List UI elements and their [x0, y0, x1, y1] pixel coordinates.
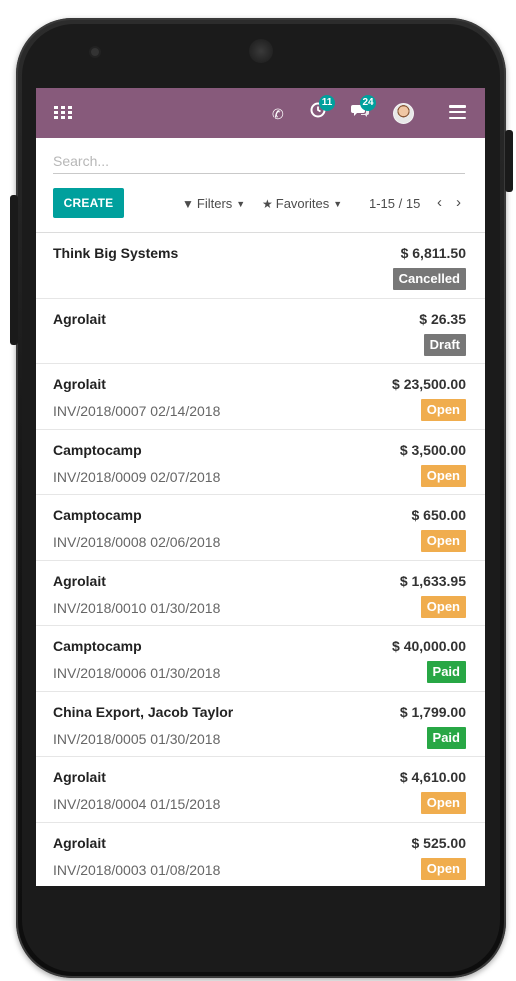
invoice-number: INV/2018/0004 — [53, 796, 147, 812]
pager-value[interactable]: 1-15 / 15 — [369, 196, 420, 211]
invoice-status-badge: Open — [420, 792, 466, 814]
caret-down-icon: ▼ — [333, 198, 343, 209]
favorites-label: Favorites — [275, 196, 330, 211]
invoice-reference-date: INV/2018/0003 01/08/2018 — [53, 862, 220, 878]
apps-grid-icon[interactable] — [54, 106, 72, 120]
invoice-partner: Camptocamp — [53, 507, 142, 523]
invoice-status-badge: Open — [420, 464, 466, 487]
invoice-partner: Agrolait — [53, 769, 106, 785]
pager-previous-icon[interactable]: ‹ — [437, 194, 442, 211]
invoice-partner: Camptocamp — [53, 441, 142, 458]
invoice-reference-date: INV/2018/0006 01/30/2018 — [53, 665, 220, 681]
invoice-partner: Agrolait — [53, 572, 106, 589]
invoice-row[interactable]: Camptocamp INV/2018/0009 02/07/2018 $ 3,… — [36, 430, 485, 495]
messages-badge: 24 — [360, 95, 376, 111]
invoice-number: INV/2018/0010 — [53, 599, 147, 616]
invoice-partner: Think Big Systems — [53, 245, 179, 261]
phone-icon[interactable]: ✆ — [272, 104, 284, 124]
invoice-partner: China Export, Jacob Taylor — [53, 703, 234, 720]
invoice-amount: $ 1,633.95 — [399, 572, 466, 589]
invoice-date: 02/07/2018 — [150, 468, 221, 485]
favorites-dropdown[interactable]: ★ Favorites ▼ — [262, 196, 342, 211]
earpiece-speaker — [249, 39, 273, 63]
star-icon: ★ — [262, 196, 273, 211]
invoice-amount: $ 40,000.00 — [392, 638, 466, 654]
invoice-date: 01/30/2018 — [150, 599, 221, 616]
invoice-status-badge: Paid — [426, 726, 466, 749]
activity-clock-icon[interactable]: 11 — [310, 95, 335, 123]
invoice-row[interactable]: Agrolait INV/2018/0004 01/15/2018 $ 4,61… — [36, 757, 485, 823]
invoice-reference-date: INV/2018/0010 01/30/2018 — [53, 600, 220, 616]
invoice-status-badge: Paid — [426, 661, 466, 683]
messages-chat-icon[interactable]: 24 — [351, 95, 376, 123]
invoice-number: INV/2018/0007 — [53, 403, 147, 419]
invoice-amount: $ 6,811.50 — [400, 245, 466, 261]
filters-label: Filters — [196, 196, 233, 211]
invoice-number: INV/2018/0005 — [53, 730, 147, 747]
invoice-row[interactable]: Agrolait $ 26.35 Draft — [36, 299, 485, 364]
invoice-list: Think Big Systems $ 6,811.50 Cancelled A… — [36, 233, 485, 886]
invoice-row[interactable]: Camptocamp INV/2018/0006 01/30/2018 $ 40… — [36, 626, 485, 692]
invoice-status-badge: Open — [420, 530, 466, 552]
power-button — [505, 130, 513, 192]
invoice-status-badge: Cancelled — [392, 268, 466, 290]
invoice-number: INV/2018/0006 — [53, 665, 147, 681]
filters-dropdown[interactable]: ▼ Filters ▼ — [182, 196, 245, 211]
invoice-reference-date: INV/2018/0004 01/15/2018 — [53, 796, 220, 812]
invoice-row[interactable]: Agrolait INV/2018/0007 02/14/2018 $ 23,5… — [36, 364, 485, 430]
invoice-row[interactable]: China Export, Jacob Taylor INV/2018/0005… — [36, 692, 485, 757]
invoice-partner: Agrolait — [53, 376, 106, 392]
invoice-reference-date: INV/2018/0008 02/06/2018 — [53, 534, 220, 550]
search-input[interactable] — [53, 149, 465, 174]
create-button[interactable]: CREATE — [53, 188, 124, 218]
pager-next-icon[interactable]: › — [456, 194, 461, 211]
invoice-number: INV/2018/0009 — [53, 468, 147, 485]
invoice-row[interactable]: Agrolait INV/2018/0010 01/30/2018 $ 1,63… — [36, 561, 485, 626]
invoice-amount: $ 23,500.00 — [392, 376, 466, 392]
invoice-date: 01/08/2018 — [150, 861, 221, 878]
invoice-row[interactable]: Agrolait INV/2018/0003 01/08/2018 $ 525.… — [36, 823, 485, 887]
invoice-reference-date: INV/2018/0009 02/07/2018 — [53, 469, 220, 485]
invoice-amount: $ 650.00 — [411, 507, 467, 523]
invoice-partner: Agrolait — [53, 310, 106, 327]
invoice-date: 01/30/2018 — [150, 730, 221, 747]
user-avatar[interactable] — [393, 103, 414, 124]
invoice-amount: $ 4,610.00 — [399, 769, 466, 785]
invoice-date: 02/14/2018 — [150, 403, 221, 419]
hamburger-menu-icon[interactable] — [449, 105, 466, 119]
invoice-row[interactable]: Think Big Systems $ 6,811.50 Cancelled — [36, 233, 485, 299]
invoice-status-badge: Draft — [423, 333, 466, 356]
invoice-partner: Camptocamp — [53, 638, 142, 654]
invoice-partner: Agrolait — [53, 834, 106, 851]
front-camera — [91, 48, 99, 56]
invoice-status-badge: Open — [420, 857, 466, 880]
volume-button — [10, 195, 18, 345]
invoice-date: 01/15/2018 — [150, 796, 221, 812]
invoice-number: INV/2018/0008 — [53, 534, 147, 550]
app-screen: ✆ 11 24 CREATE ▼ Filters ▼ ★ — [36, 88, 485, 886]
invoice-reference-date: INV/2018/0007 02/14/2018 — [53, 403, 220, 419]
activity-badge: 11 — [319, 95, 335, 111]
funnel-icon: ▼ — [182, 196, 194, 211]
invoice-status-badge: Open — [420, 399, 466, 421]
invoice-status-badge: Open — [420, 595, 466, 618]
invoice-date: 02/06/2018 — [150, 534, 221, 550]
invoice-date: 01/30/2018 — [150, 665, 221, 681]
control-panel: CREATE ▼ Filters ▼ ★ Favorites ▼ 1-15 / … — [36, 176, 485, 233]
invoice-reference-date: INV/2018/0005 01/30/2018 — [53, 731, 220, 747]
invoice-row[interactable]: Camptocamp INV/2018/0008 02/06/2018 $ 65… — [36, 495, 485, 561]
invoice-amount: $ 525.00 — [411, 834, 467, 851]
top-navbar: ✆ 11 24 — [36, 88, 485, 138]
invoice-amount: $ 1,799.00 — [399, 703, 466, 720]
invoice-amount: $ 3,500.00 — [399, 441, 466, 458]
caret-down-icon: ▼ — [236, 198, 246, 209]
search-bar — [36, 138, 485, 176]
invoice-number: INV/2018/0003 — [53, 861, 147, 878]
invoice-amount: $ 26.35 — [419, 310, 466, 327]
